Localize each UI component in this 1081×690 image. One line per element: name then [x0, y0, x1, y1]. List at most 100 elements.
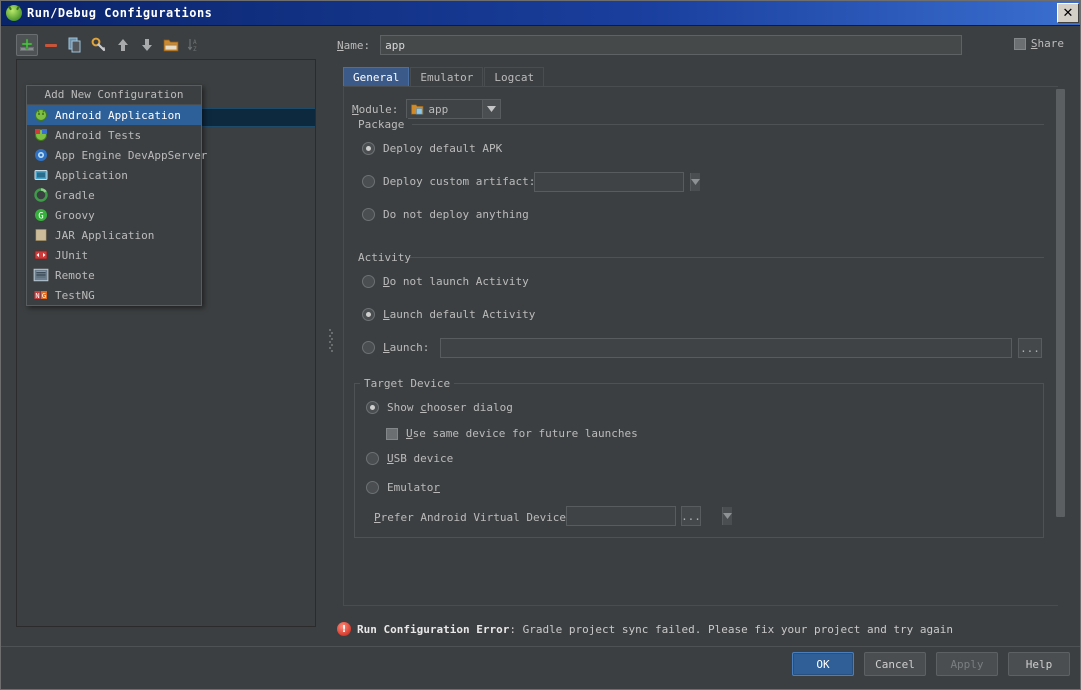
popup-item-label: Android Application	[55, 108, 181, 122]
panel-splitter[interactable]	[327, 321, 335, 361]
configurations-toolbar: A Z	[16, 32, 206, 58]
popup-item-label: JUnit	[55, 248, 89, 262]
svg-text:G: G	[38, 212, 43, 222]
custom-artifact-input[interactable]	[535, 173, 690, 191]
radio-label: Launch default Activity	[383, 308, 536, 321]
apply-button: Apply	[936, 652, 998, 676]
radio-label: Launch:	[383, 341, 430, 354]
radio-launch-custom-activity[interactable]: Launch:	[362, 341, 429, 354]
chevron-down-icon[interactable]	[482, 100, 501, 118]
checkbox-use-same-device[interactable]: Use same device for future launches	[386, 427, 638, 440]
cancel-button[interactable]: Cancel	[864, 652, 926, 676]
chevron-down-icon[interactable]	[722, 507, 732, 525]
radio-icon[interactable]	[366, 401, 379, 414]
popup-item-groovy[interactable]: G Groovy	[27, 205, 201, 225]
arrow-down-icon[interactable]	[136, 34, 158, 56]
tab-general[interactable]: General	[343, 67, 410, 87]
radio-do-not-launch-activity[interactable]: Do not launch Activity	[362, 275, 529, 288]
module-folder-icon	[411, 104, 424, 115]
radio-emulator[interactable]: Emulator	[366, 481, 440, 494]
module-combo[interactable]: app	[406, 99, 502, 119]
chevron-down-icon[interactable]	[690, 173, 700, 191]
title-bar: Run/Debug Configurations ✕	[1, 1, 1080, 26]
editor-vertical-scrollbar[interactable]	[1055, 87, 1066, 605]
error-exclamation-icon: !	[337, 622, 351, 636]
radio-icon[interactable]	[362, 308, 375, 321]
launch-browse-button[interactable]: ...	[1018, 338, 1042, 358]
popup-item-app-engine-devappserver[interactable]: App Engine DevAppServer	[27, 145, 207, 165]
avd-combo[interactable]	[566, 506, 732, 526]
popup-item-android-tests[interactable]: Android Tests	[27, 125, 201, 145]
popup-item-gradle[interactable]: Gradle	[27, 185, 201, 205]
radio-icon[interactable]	[362, 142, 375, 155]
radio-icon[interactable]	[362, 275, 375, 288]
scrollbar-thumb[interactable]	[1056, 89, 1065, 517]
svg-text:N: N	[35, 292, 39, 300]
module-value: app	[428, 102, 449, 116]
name-row: Name:	[337, 33, 1072, 57]
custom-artifact-combo[interactable]	[534, 172, 700, 192]
radio-icon[interactable]	[362, 341, 375, 354]
app-engine-icon	[33, 147, 49, 163]
radio-show-chooser-dialog[interactable]: Show chooser dialog	[366, 401, 513, 414]
folder-icon[interactable]	[160, 34, 182, 56]
radio-label: Emulator	[387, 481, 440, 494]
radio-launch-default-activity[interactable]: Launch default Activity	[362, 308, 535, 321]
radio-icon[interactable]	[366, 452, 379, 465]
sort-az-icon[interactable]: A Z	[184, 34, 206, 56]
popup-item-remote[interactable]: Remote	[27, 265, 201, 285]
radio-icon[interactable]	[366, 481, 379, 494]
radio-do-not-deploy-anything[interactable]: Do not deploy anything	[362, 208, 529, 221]
module-row: Module: app	[352, 99, 502, 119]
share-checkbox[interactable]	[1013, 37, 1026, 50]
configuration-editor-panel: Name: Share General Emulator Logcat Modu…	[337, 29, 1072, 633]
copy-icon[interactable]	[64, 34, 86, 56]
application-icon	[33, 167, 49, 183]
wrench-icon[interactable]	[88, 34, 110, 56]
run-debug-configurations-dialog: Run/Debug Configurations ✕ A Z Add New C…	[0, 0, 1081, 690]
radio-usb-device[interactable]: USB device	[366, 452, 453, 465]
radio-icon[interactable]	[362, 208, 375, 221]
ok-button[interactable]: OK	[792, 652, 854, 676]
popup-item-application[interactable]: Application	[27, 165, 201, 185]
arrow-up-icon[interactable]	[112, 34, 134, 56]
gradle-icon	[33, 187, 49, 203]
dialog-button-bar: OK Cancel Apply Help	[792, 652, 1070, 676]
activity-group-divider	[410, 257, 1044, 258]
configurations-panel: A Z Add New Configuration Android Applic…	[11, 29, 321, 633]
svg-text:G: G	[42, 292, 46, 300]
help-button[interactable]: Help	[1008, 652, 1070, 676]
tab-logcat[interactable]: Logcat	[484, 67, 545, 87]
name-input[interactable]	[380, 35, 963, 55]
prefer-avd-row: Prefer Android Virtual Device:	[374, 511, 573, 524]
target-device-group-title: Target Device	[360, 377, 455, 390]
svg-text:Z: Z	[193, 46, 197, 53]
popup-item-android-application[interactable]: Android Application	[27, 105, 201, 125]
tree-selected-row[interactable]	[197, 108, 315, 127]
add-new-configuration-popup: Add New Configuration Android Applicatio…	[26, 85, 207, 306]
popup-title: Add New Configuration	[27, 86, 201, 105]
popup-item-jar-application[interactable]: JAR Application	[27, 225, 201, 245]
popup-item-label: Gradle	[55, 188, 95, 202]
add-configuration-button[interactable]	[16, 34, 38, 56]
tab-emulator[interactable]: Emulator	[410, 67, 484, 87]
launch-activity-input[interactable]	[440, 338, 1012, 358]
groovy-icon: G	[33, 207, 49, 223]
popup-item-label: Remote	[55, 268, 95, 282]
close-icon[interactable]: ✕	[1057, 3, 1079, 23]
popup-item-label: Groovy	[55, 208, 95, 222]
error-prefix: Run Configuration Error	[357, 622, 510, 636]
radio-icon[interactable]	[362, 175, 375, 188]
use-same-device-checkbox[interactable]	[386, 427, 398, 440]
popup-item-testng[interactable]: N G TestNG	[27, 285, 201, 305]
remove-configuration-button[interactable]	[40, 34, 62, 56]
radio-label: Do not launch Activity	[383, 275, 529, 288]
radio-deploy-default-apk[interactable]: Deploy default APK	[362, 142, 502, 155]
avd-browse-button[interactable]: ...	[681, 506, 701, 526]
bottom-divider	[1, 646, 1080, 647]
popup-item-label: Android Tests	[55, 128, 142, 142]
module-combo-field: app	[407, 100, 482, 118]
radio-deploy-custom-artifact[interactable]: Deploy custom artifact:	[362, 175, 535, 188]
package-group-title: Package	[354, 118, 409, 131]
popup-item-junit[interactable]: JUnit	[27, 245, 201, 265]
